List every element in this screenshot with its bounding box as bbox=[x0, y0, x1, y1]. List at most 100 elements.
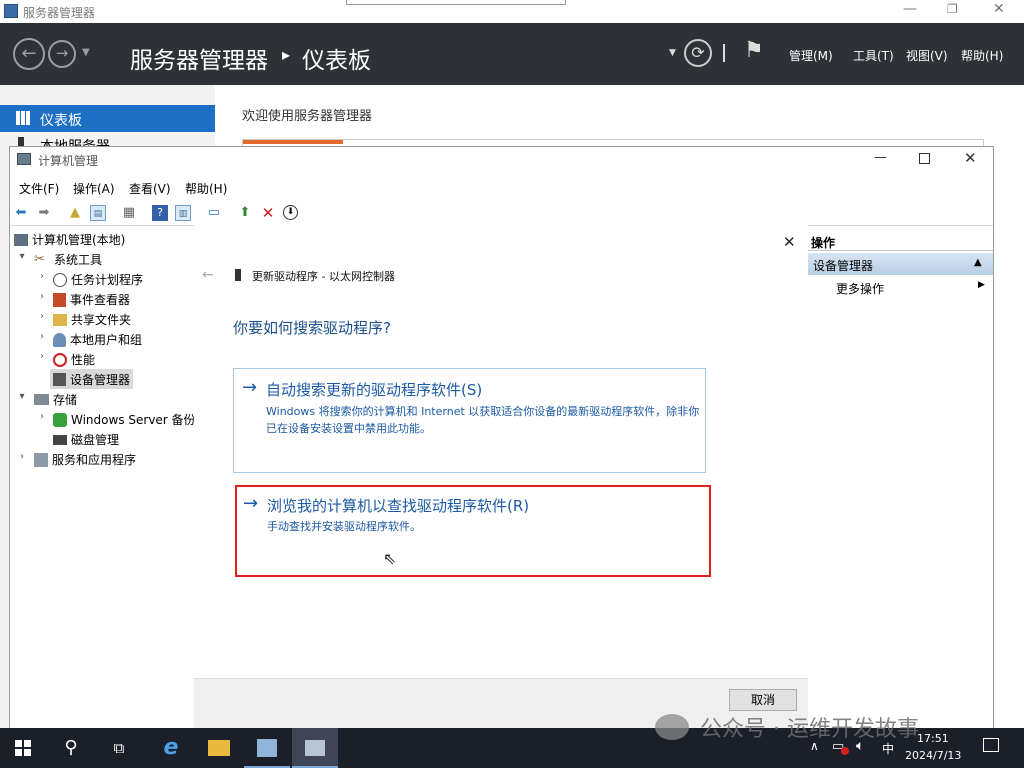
chevron-right-icon[interactable]: › bbox=[36, 291, 48, 302]
submenu-arrow-icon: ▶ bbox=[978, 280, 985, 290]
server-manager-taskbar-icon[interactable] bbox=[244, 728, 290, 768]
close-icon[interactable]: ✕ bbox=[993, 1, 1005, 17]
maximize-icon[interactable]: ❐ bbox=[947, 2, 958, 16]
task-view-icon[interactable]: ⧉ bbox=[96, 728, 142, 768]
tree-item-root[interactable]: 计算机管理(本地) bbox=[14, 229, 125, 249]
chevron-right-icon[interactable]: › bbox=[36, 411, 48, 422]
more-actions-item[interactable]: 更多操作 ▶ bbox=[808, 277, 993, 297]
tree-item-local-users[interactable]: 本地用户和组 bbox=[53, 329, 142, 349]
up-folder-icon[interactable]: ▲ bbox=[67, 205, 83, 221]
action-center-icon[interactable] bbox=[983, 738, 999, 752]
minimize-icon[interactable]: — bbox=[903, 1, 917, 17]
option-browse-my-computer[interactable]: → 浏览我的计算机以查找驱动程序软件(R) 手动查找并安装驱动程序软件。 ⇖ bbox=[235, 485, 711, 577]
back-icon[interactable]: ← bbox=[13, 38, 45, 70]
tree-item-system-tools[interactable]: ✂系统工具 bbox=[34, 249, 102, 269]
menu-manage[interactable]: 管理(M) bbox=[789, 47, 833, 64]
wizard-question: 你要如何搜索驱动程序? bbox=[233, 317, 391, 338]
actions-header: 操作 bbox=[808, 231, 993, 251]
notification-flag-icon[interactable]: ⚑ bbox=[744, 38, 764, 63]
sidebar-item-dashboard[interactable]: 仪表板 bbox=[0, 105, 215, 132]
close-icon[interactable]: ✕ bbox=[964, 149, 977, 167]
tree-label: 系统工具 bbox=[54, 250, 102, 270]
device-manager-icon bbox=[53, 373, 66, 386]
properties-icon[interactable]: ▦ bbox=[121, 205, 137, 221]
chevron-right-icon[interactable]: › bbox=[36, 331, 48, 342]
sidebar-item-local-server[interactable]: 本地服务器 bbox=[0, 133, 215, 147]
menu-tools[interactable]: 工具(T) bbox=[853, 47, 894, 64]
menu-help[interactable]: 帮助(H) bbox=[185, 180, 227, 197]
server-manager-header: ← → ▼ 服务器管理器 ▸ 仪表板 ▼ ⟳ ⚑ 管理(M) 工具(T) 视图(… bbox=[0, 23, 1024, 85]
cancel-button[interactable]: 取消 bbox=[729, 689, 797, 711]
clock-time[interactable]: 17:51 bbox=[917, 732, 949, 745]
actions-section-device-manager[interactable]: 设备管理器 ▲ bbox=[808, 253, 993, 275]
actions-section-label: 设备管理器 bbox=[813, 257, 873, 274]
forward-icon[interactable]: ➡ bbox=[36, 205, 52, 221]
wizard-title: 更新驱动程序 - 以太网控制器 bbox=[252, 268, 395, 284]
tree-item-device-manager[interactable]: 设备管理器 bbox=[50, 369, 133, 389]
help-icon[interactable]: ? bbox=[152, 205, 168, 221]
tree-label: 设备管理器 bbox=[70, 370, 130, 390]
tree-item-disk-management[interactable]: 磁盘管理 bbox=[53, 429, 119, 449]
arrow-right-icon: → bbox=[242, 377, 257, 398]
backup-icon bbox=[53, 413, 67, 427]
menu-action[interactable]: 操作(A) bbox=[73, 180, 115, 197]
history-dropdown-icon[interactable]: ▼ bbox=[82, 47, 90, 58]
tree-item-windows-backup[interactable]: Windows Server 备份 bbox=[53, 409, 196, 429]
computer-management-taskbar-icon[interactable] bbox=[292, 728, 338, 768]
breadcrumb-page: 仪表板 bbox=[302, 41, 371, 75]
event-viewer-icon bbox=[53, 293, 66, 307]
chevron-right-icon[interactable]: › bbox=[36, 351, 48, 362]
actions-header-label: 操作 bbox=[811, 234, 835, 251]
refresh-dropdown-icon[interactable]: ▼ bbox=[669, 48, 676, 58]
chevron-down-icon[interactable]: ▾ bbox=[16, 391, 28, 402]
server-manager-icon bbox=[4, 4, 18, 18]
uninstall-device-icon[interactable]: ✕ bbox=[260, 205, 276, 221]
users-icon bbox=[53, 333, 66, 347]
tree-label: 磁盘管理 bbox=[71, 430, 119, 450]
chevron-right-icon[interactable]: › bbox=[16, 451, 28, 462]
window-title: 计算机管理 bbox=[38, 152, 98, 169]
menu-view[interactable]: 查看(V) bbox=[129, 180, 171, 197]
tree-item-storage[interactable]: 存储 bbox=[34, 389, 77, 409]
tree-item-task-scheduler[interactable]: 任务计划程序 bbox=[53, 269, 143, 289]
maximize-icon[interactable] bbox=[919, 153, 930, 164]
actions-pane: 操作 设备管理器 ▲ 更多操作 ▶ bbox=[808, 229, 993, 729]
breadcrumb-app: 服务器管理器 bbox=[130, 41, 268, 75]
tree-label: 性能 bbox=[71, 350, 95, 370]
tree-label: Windows Server 备份 bbox=[71, 410, 196, 430]
chevron-down-icon[interactable]: ▾ bbox=[16, 251, 28, 262]
minimize-icon[interactable]: — bbox=[874, 150, 887, 165]
internet-explorer-icon[interactable]: e bbox=[148, 728, 194, 768]
close-icon[interactable]: ✕ bbox=[783, 233, 796, 251]
storage-icon bbox=[34, 394, 49, 405]
arrow-right-icon: → bbox=[243, 493, 258, 514]
collapse-up-icon[interactable]: ▲ bbox=[974, 257, 982, 268]
back-arrow-icon[interactable]: ← bbox=[202, 267, 214, 283]
tree-item-event-viewer[interactable]: 事件查看器 bbox=[53, 289, 130, 309]
show-hide-tree-icon[interactable]: ▤ bbox=[90, 205, 106, 221]
scan-hardware-icon[interactable]: ⬇ bbox=[283, 205, 298, 220]
chevron-right-icon[interactable]: › bbox=[36, 311, 48, 322]
tree-item-services-apps[interactable]: 服务和应用程序 bbox=[34, 449, 136, 469]
back-icon[interactable]: ⬅ bbox=[13, 205, 29, 221]
update-driver-icon[interactable]: ⬆ bbox=[237, 205, 253, 221]
show-hide-action-pane-icon[interactable]: ▥ bbox=[175, 205, 191, 221]
tree-item-performance[interactable]: 性能 bbox=[53, 349, 95, 369]
chevron-right-icon[interactable]: › bbox=[36, 271, 48, 282]
refresh-icon[interactable]: ⟳ bbox=[684, 39, 712, 67]
search-icon[interactable]: ⚲ bbox=[48, 728, 94, 768]
option-title: 自动搜索更新的驱动程序软件(S) bbox=[266, 379, 482, 400]
tools-icon: ✂ bbox=[34, 252, 50, 268]
tree-item-shared-folders[interactable]: 共享文件夹 bbox=[53, 309, 131, 329]
tree-label: 事件查看器 bbox=[70, 290, 130, 310]
menu-file[interactable]: 文件(F) bbox=[19, 180, 59, 197]
performance-icon bbox=[53, 353, 67, 367]
clock-date[interactable]: 2024/7/13 bbox=[905, 749, 961, 762]
file-explorer-icon[interactable] bbox=[196, 728, 242, 768]
option-search-automatically[interactable]: → 自动搜索更新的驱动程序软件(S) Windows 将搜索你的计算机和 Int… bbox=[233, 368, 706, 473]
menu-view[interactable]: 视图(V) bbox=[906, 47, 948, 64]
menu-help[interactable]: 帮助(H) bbox=[961, 47, 1003, 64]
start-windows-icon[interactable] bbox=[0, 728, 46, 768]
monitor-icon[interactable]: ▭ bbox=[206, 205, 222, 221]
forward-icon[interactable]: → bbox=[48, 40, 76, 68]
